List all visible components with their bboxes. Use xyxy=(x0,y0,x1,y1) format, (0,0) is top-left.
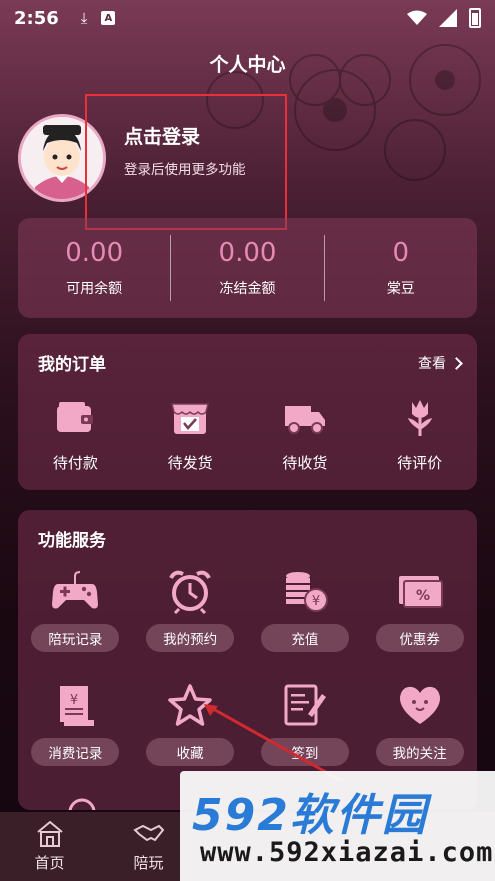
orders-title: 我的订单 xyxy=(38,355,106,375)
truck-icon xyxy=(284,406,325,434)
balance-available[interactable]: 0.00 可用余额 xyxy=(18,238,170,298)
wifi-icon xyxy=(407,10,427,25)
svg-text:¥: ¥ xyxy=(312,594,320,609)
home-icon xyxy=(36,820,63,847)
orders-view-all-link[interactable]: 查看 xyxy=(418,353,463,373)
service-label: 我的预约 xyxy=(146,624,235,652)
service-recharge[interactable]: ¥ 充值 xyxy=(248,568,363,682)
order-pending-shipment[interactable]: 待发货 xyxy=(133,396,248,473)
balance-label: 棠豆 xyxy=(386,281,415,297)
signal-icon xyxy=(439,9,457,27)
coupon-icon: % xyxy=(398,576,443,608)
balance-value: 0 xyxy=(392,238,410,268)
svg-text:%: % xyxy=(416,588,430,604)
svg-text:¥: ¥ xyxy=(70,693,78,708)
chevron-right-icon xyxy=(450,356,463,370)
shop-icon xyxy=(171,403,210,434)
watermark-url: www.592xiazai.com xyxy=(200,837,494,868)
order-label: 待评价 xyxy=(397,454,443,472)
order-label: 待付款 xyxy=(52,454,98,472)
view-all-label: 查看 xyxy=(418,356,446,372)
watermark: 592软件园 www.592xiazai.com xyxy=(180,771,495,881)
download-icon: ⤓ xyxy=(80,9,88,27)
orders-card: 我的订单 查看 待付款 待发货 待收货 待评价 xyxy=(18,334,477,490)
order-label: 待收货 xyxy=(282,454,328,472)
partial-icon xyxy=(68,798,96,810)
service-play-records[interactable]: 陪玩记录 xyxy=(18,568,133,682)
nav-label: 首页 xyxy=(34,854,65,872)
login-subtitle: 登录后使用更多功能 xyxy=(124,162,246,178)
service-coupons[interactable]: % 优惠券 xyxy=(362,568,477,682)
status-bar: 2:56 ⤓ A xyxy=(0,0,495,36)
flower-icon xyxy=(407,400,432,436)
coins-icon: ¥ xyxy=(285,572,328,612)
handshake-icon xyxy=(132,824,164,842)
service-label: 消费记录 xyxy=(31,738,120,766)
balance-label: 可用余额 xyxy=(66,281,123,297)
gamepad-icon xyxy=(52,571,99,609)
service-label: 优惠券 xyxy=(375,624,464,652)
order-label: 待发货 xyxy=(167,454,213,472)
service-label: 充值 xyxy=(260,624,349,652)
balance-value: 0.00 xyxy=(218,238,277,268)
order-pending-receipt[interactable]: 待收货 xyxy=(248,396,363,473)
balance-label: 冻结金额 xyxy=(219,281,276,297)
page-title: 个人中心 xyxy=(209,54,286,76)
nav-label: 陪玩 xyxy=(133,854,164,872)
alarm-clock-icon xyxy=(169,570,211,614)
notification-a-icon: A xyxy=(101,11,116,25)
login-title[interactable]: 点击登录 xyxy=(124,122,200,149)
watermark-logo: 592软件园 xyxy=(192,790,428,841)
order-pending-review[interactable]: 待评价 xyxy=(362,396,477,473)
order-pending-payment[interactable]: 待付款 xyxy=(18,396,133,473)
service-label: 陪玩记录 xyxy=(31,624,120,652)
receipt-icon: ¥ xyxy=(60,686,95,726)
wallet-icon xyxy=(57,402,94,432)
balance-beans[interactable]: 0 棠豆 xyxy=(325,238,477,298)
nav-home[interactable]: 首页 xyxy=(0,812,99,881)
balance-frozen[interactable]: 0.00 冻结金额 xyxy=(171,238,323,298)
balance-card: 0.00 可用余额 0.00 冻结金额 0 棠豆 xyxy=(18,218,477,318)
service-my-bookings[interactable]: 我的预约 xyxy=(133,568,248,682)
status-time: 2:56 xyxy=(14,7,59,29)
service-spending-records[interactable]: ¥ 消费记录 xyxy=(18,682,133,796)
battery-icon xyxy=(469,8,481,28)
heart-icon xyxy=(399,686,440,724)
services-title: 功能服务 xyxy=(38,531,106,551)
balance-value: 0.00 xyxy=(65,238,124,268)
service-label: 我的关注 xyxy=(375,738,464,766)
